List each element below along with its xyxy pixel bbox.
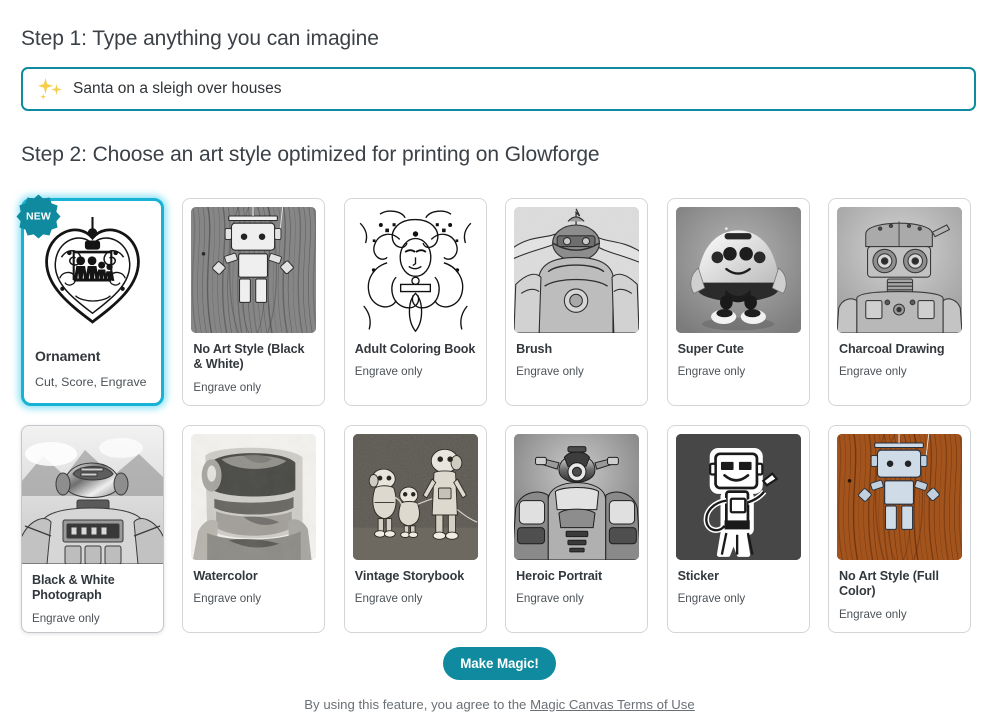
art-style-title: Super Cute bbox=[678, 342, 799, 357]
art-style-meta: Black & White Photograph Engrave only bbox=[22, 564, 163, 632]
art-style-card[interactable]: Charcoal Drawing Engrave only bbox=[828, 198, 971, 406]
art-style-meta: Sticker Engrave only bbox=[668, 560, 809, 632]
art-style-card[interactable]: Super Cute Engrave only bbox=[667, 198, 810, 406]
art-style-card[interactable]: Brush Engrave only bbox=[505, 198, 648, 406]
terms-prefix: By using this feature, you agree to the bbox=[304, 697, 530, 712]
art-style-thumbnail bbox=[837, 207, 962, 333]
art-style-card[interactable]: Vintage Storybook Engrave only bbox=[344, 425, 487, 633]
art-style-title: Adult Coloring Book bbox=[355, 342, 476, 357]
art-style-title: Brush bbox=[516, 342, 637, 357]
art-style-capability: Engrave only bbox=[355, 592, 476, 606]
art-style-thumbnail bbox=[837, 434, 962, 560]
art-style-capability: Engrave only bbox=[32, 612, 153, 626]
magic-canvas-terms-link[interactable]: Magic Canvas Terms of Use bbox=[530, 697, 695, 712]
art-style-capability: Engrave only bbox=[678, 592, 799, 606]
terms-line: By using this feature, you agree to the … bbox=[0, 697, 999, 712]
art-style-meta: No Art Style (Black & White) Engrave onl… bbox=[183, 333, 324, 405]
art-style-thumbnail bbox=[22, 426, 163, 564]
make-magic-button[interactable]: Make Magic! bbox=[443, 647, 556, 680]
art-style-meta: No Art Style (Full Color) Engrave only bbox=[829, 560, 970, 632]
art-style-capability: Engrave only bbox=[355, 365, 476, 379]
art-style-capability: Engrave only bbox=[516, 365, 637, 379]
art-style-card[interactable]: Heroic Portrait Engrave only bbox=[505, 425, 648, 633]
art-style-thumbnail bbox=[676, 434, 801, 560]
art-style-card[interactable]: No Art Style (Full Color) Engrave only bbox=[828, 425, 971, 633]
art-style-capability: Engrave only bbox=[516, 592, 637, 606]
art-style-capability: Engrave only bbox=[839, 365, 960, 379]
art-style-card[interactable]: Black & White Photograph Engrave only bbox=[21, 425, 164, 633]
sparkles-icon bbox=[35, 76, 65, 102]
art-style-title: Black & White Photograph bbox=[32, 573, 153, 604]
art-style-title: No Art Style (Full Color) bbox=[839, 569, 960, 600]
art-style-capability: Engrave only bbox=[193, 592, 314, 606]
art-style-title: Vintage Storybook bbox=[355, 569, 476, 584]
art-style-title: No Art Style (Black & White) bbox=[193, 342, 314, 373]
art-style-meta: Adult Coloring Book Engrave only bbox=[345, 333, 486, 405]
art-style-thumbnail bbox=[30, 207, 155, 339]
art-style-capability: Engrave only bbox=[193, 381, 314, 395]
art-style-card[interactable]: NEW bbox=[21, 198, 164, 406]
art-style-thumbnail bbox=[191, 207, 316, 333]
art-style-thumbnail bbox=[514, 434, 639, 560]
art-style-card[interactable]: Sticker Engrave only bbox=[667, 425, 810, 633]
magic-canvas-panel: Step 1: Type anything you can imagine Sa… bbox=[0, 0, 999, 728]
art-style-capability: Engrave only bbox=[839, 608, 960, 622]
art-style-title: Watercolor bbox=[193, 569, 314, 584]
art-style-meta: Brush Engrave only bbox=[506, 333, 647, 405]
art-style-title: Sticker bbox=[678, 569, 799, 584]
art-style-capability: Cut, Score, Engrave bbox=[35, 375, 150, 390]
step1-heading: Step 1: Type anything you can imagine bbox=[21, 27, 379, 51]
art-style-meta: Vintage Storybook Engrave only bbox=[345, 560, 486, 632]
prompt-input-wrapper[interactable]: Santa on a sleigh over houses bbox=[21, 67, 976, 111]
art-style-meta: Ornament Cut, Score, Engrave bbox=[24, 339, 161, 403]
art-style-card[interactable]: Watercolor Engrave only bbox=[182, 425, 325, 633]
prompt-input-value[interactable]: Santa on a sleigh over houses bbox=[73, 81, 282, 97]
art-style-capability: Engrave only bbox=[678, 365, 799, 379]
art-style-thumbnail bbox=[353, 434, 478, 560]
art-style-grid: NEW bbox=[21, 198, 976, 633]
art-style-card[interactable]: No Art Style (Black & White) Engrave onl… bbox=[182, 198, 325, 406]
art-style-thumbnail bbox=[676, 207, 801, 333]
art-style-meta: Charcoal Drawing Engrave only bbox=[829, 333, 970, 405]
art-style-title: Heroic Portrait bbox=[516, 569, 637, 584]
art-style-meta: Heroic Portrait Engrave only bbox=[506, 560, 647, 632]
art-style-thumbnail bbox=[191, 434, 316, 560]
art-style-meta: Super Cute Engrave only bbox=[668, 333, 809, 405]
art-style-meta: Watercolor Engrave only bbox=[183, 560, 324, 632]
art-style-card[interactable]: Adult Coloring Book Engrave only bbox=[344, 198, 487, 406]
step2-heading: Step 2: Choose an art style optimized fo… bbox=[21, 143, 600, 167]
art-style-title: Ornament bbox=[35, 348, 150, 365]
art-style-thumbnail bbox=[514, 207, 639, 333]
art-style-thumbnail bbox=[353, 207, 478, 333]
art-style-title: Charcoal Drawing bbox=[839, 342, 960, 357]
